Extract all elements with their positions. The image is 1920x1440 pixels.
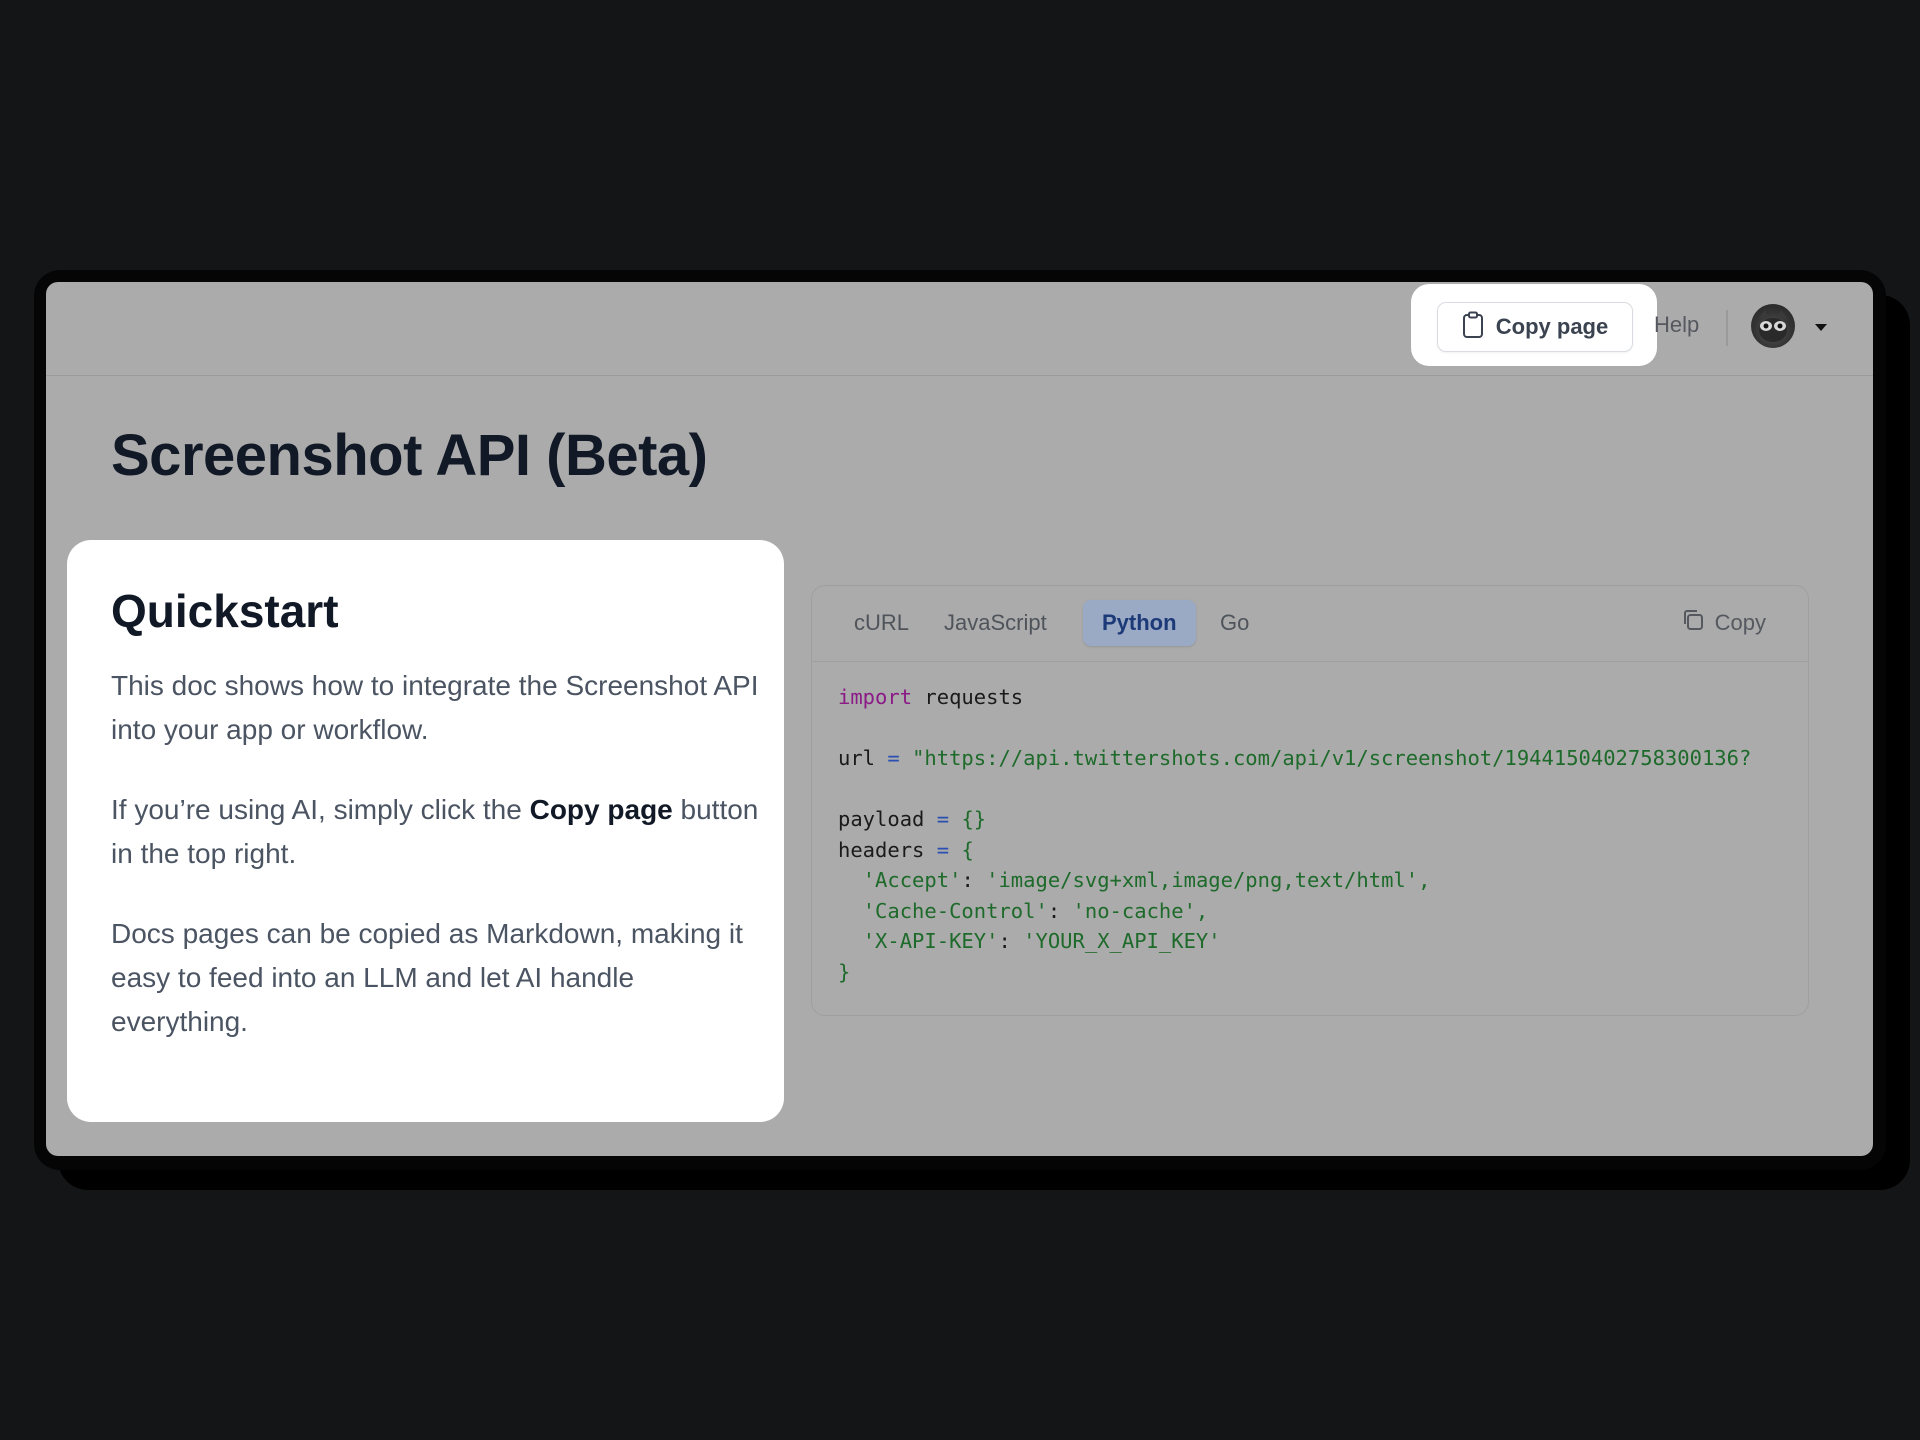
code-header-accept-value: 'image/svg+xml,image/png,text/html', bbox=[986, 868, 1431, 892]
tab-javascript[interactable]: JavaScript bbox=[925, 600, 1066, 646]
code-header-cache-value: 'no-cache', bbox=[1072, 898, 1209, 923]
tab-curl[interactable]: cURL bbox=[835, 600, 928, 646]
code-header-apikey-key: 'X-API-KEY' bbox=[862, 929, 999, 953]
clipboard-icon bbox=[1462, 311, 1484, 344]
code-headers-var: headers bbox=[838, 837, 925, 862]
quickstart-ai-tip: If you’re using AI, simply click the Cop… bbox=[111, 788, 761, 876]
page-title: Screenshot API (Beta) bbox=[111, 423, 708, 488]
code-import-module: requests bbox=[912, 685, 1024, 709]
quickstart-title: Quickstart bbox=[111, 585, 339, 637]
code-example-panel: cURL JavaScript Python Go Copy import re… bbox=[811, 585, 1809, 1016]
tab-python[interactable]: Python bbox=[1083, 600, 1196, 646]
code-header-cache-key: 'Cache-Control' bbox=[862, 898, 1048, 923]
quickstart-intro: This doc shows how to integrate the Scre… bbox=[111, 670, 759, 745]
caret-down-icon[interactable] bbox=[1815, 324, 1827, 331]
language-tabs: cURL JavaScript Python Go Copy bbox=[812, 586, 1808, 662]
code-url-value: "https://api.twittershots.com/api/v1/scr… bbox=[912, 746, 1752, 770]
copy-page-button[interactable]: Copy page bbox=[1437, 302, 1633, 352]
top-bar: Copy page Help bbox=[46, 282, 1873, 376]
code-import-keyword: import bbox=[838, 685, 913, 709]
code-payload-value: {} bbox=[961, 807, 987, 831]
ai-tip-text-start: If you’re using AI, simply click the bbox=[111, 794, 530, 825]
copy-code-button[interactable]: Copy bbox=[1681, 600, 1766, 646]
screenshot-stage: Copy page Help Screenshot API (Beta) Qui… bbox=[0, 0, 1920, 1440]
code-header-apikey-value: 'YOUR_X_API_KEY' bbox=[1023, 929, 1221, 953]
quickstart-card: Quickstart This doc shows how to integra… bbox=[67, 540, 784, 1122]
copy-code-label: Copy bbox=[1714, 610, 1766, 635]
ai-tip-copy-page: Copy page bbox=[529, 794, 673, 825]
tab-go[interactable]: Go bbox=[1201, 600, 1268, 646]
code-headers-open: { bbox=[961, 837, 974, 862]
quickstart-markdown-note: Docs pages can be copied as Markdown, ma… bbox=[111, 918, 743, 1037]
copy-icon bbox=[1681, 608, 1705, 638]
code-payload-var: payload bbox=[838, 807, 925, 831]
code-block: import requests url = "https://api.twitt… bbox=[838, 685, 1752, 984]
code-url-var: url bbox=[838, 746, 876, 770]
code-header-accept-key: 'Accept' bbox=[862, 868, 962, 892]
divider bbox=[1726, 310, 1728, 346]
code-headers-close: } bbox=[838, 959, 851, 984]
help-link[interactable]: Help bbox=[1654, 312, 1699, 338]
avatar[interactable] bbox=[1751, 304, 1795, 348]
docs-window: Copy page Help Screenshot API (Beta) Qui… bbox=[46, 282, 1873, 1156]
copy-page-label: Copy page bbox=[1495, 314, 1609, 339]
